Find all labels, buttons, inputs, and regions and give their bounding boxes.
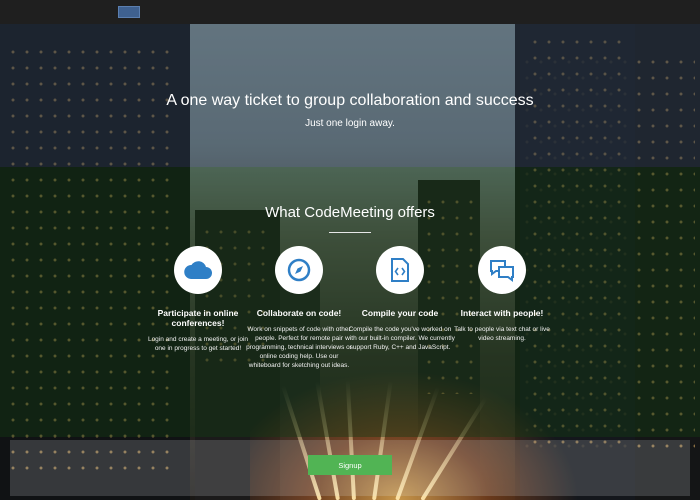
feature-conferences: Participate in online conferences! Login… <box>143 246 253 353</box>
feature-text: Login and create a meeting, or join one … <box>147 336 249 352</box>
feature-title: Participate in online conferences! <box>157 308 239 328</box>
feature-icon-circle <box>174 246 222 294</box>
feature-icon-circle <box>478 246 526 294</box>
feature-title: Compile your code <box>361 308 439 318</box>
feature-title: Collaborate on code! <box>256 308 342 318</box>
feature-text: Work on snippets of code with other peop… <box>246 326 352 369</box>
cloud-icon <box>184 261 212 279</box>
feature-text: Compile the code you've worked on with o… <box>345 326 455 351</box>
feature-title: Interact with people! <box>460 308 544 318</box>
chat-bubbles-icon <box>490 260 514 282</box>
feature-collaborate: Collaborate on code! Work on snippets of… <box>244 246 354 370</box>
feature-compile: Compile your code Compile the code you'v… <box>345 246 455 352</box>
feature-text: Talk to people via text chat or live vid… <box>454 326 550 342</box>
feature-icon-circle <box>376 246 424 294</box>
hero-subtitle: Just one login away. <box>305 118 395 129</box>
offers-title: What CodeMeeting offers <box>265 204 435 221</box>
top-bar <box>0 0 700 24</box>
feature-interact: Interact with people! Talk to people via… <box>447 246 557 343</box>
browser-tab[interactable] <box>118 6 140 18</box>
title-divider <box>329 232 371 233</box>
signup-button[interactable]: Signup <box>308 455 392 475</box>
feature-icon-circle <box>275 246 323 294</box>
compass-icon <box>287 258 311 282</box>
hero-title: A one way ticket to group collaboration … <box>166 92 534 109</box>
code-file-icon <box>391 258 409 282</box>
